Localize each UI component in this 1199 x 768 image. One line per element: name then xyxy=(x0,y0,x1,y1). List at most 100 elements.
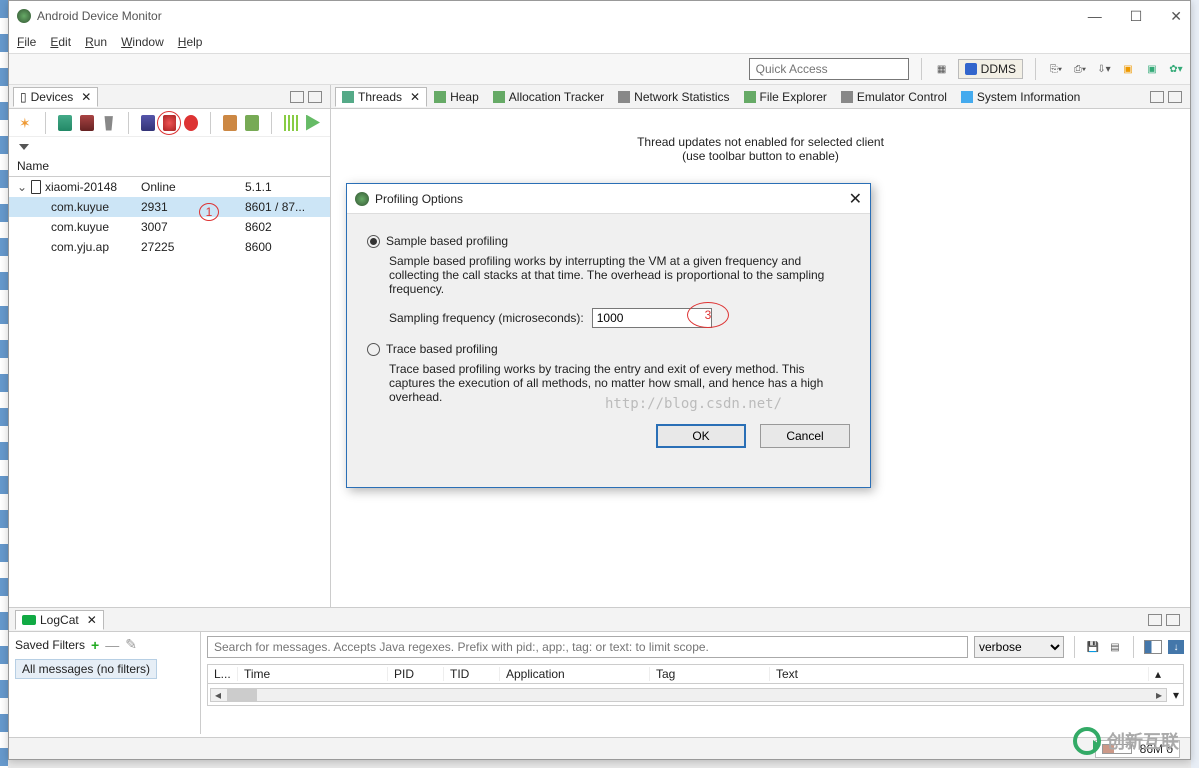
scroll-up-icon[interactable]: ▴ xyxy=(1149,667,1163,681)
threads-message-2: (use toolbar button to enable) xyxy=(637,149,884,163)
edit-filter-icon[interactable]: ✎ xyxy=(125,636,137,653)
col-tid[interactable]: TID xyxy=(444,667,500,681)
device-row[interactable]: ⌄xiaomi-20148 Online 5.1.1 xyxy=(9,177,330,197)
display-filters-icon[interactable] xyxy=(1144,640,1162,654)
horizontal-scrollbar[interactable]: ◂ ▸ xyxy=(210,688,1167,702)
maximize-view-icon[interactable] xyxy=(1166,614,1180,626)
minimize-view-icon[interactable] xyxy=(1150,91,1164,103)
tab-label: Emulator Control xyxy=(857,90,947,104)
toolbar-icon-2[interactable]: ⎙▾ xyxy=(1072,61,1088,77)
sample-based-label: Sample based profiling xyxy=(386,234,508,248)
dialog-close-icon[interactable]: ✕ xyxy=(849,189,862,209)
scroll-right-icon[interactable]: ▸ xyxy=(1152,688,1166,702)
update-heap-icon[interactable] xyxy=(58,115,72,131)
separator xyxy=(1074,636,1075,658)
stop-process-icon[interactable] xyxy=(184,115,198,131)
dump-hprof-icon[interactable] xyxy=(80,115,94,131)
menu-window[interactable]: Window xyxy=(121,35,164,49)
start-method-profiling-icon[interactable] xyxy=(163,115,177,131)
ok-button[interactable]: OK xyxy=(656,424,746,448)
file-explorer-icon xyxy=(744,91,756,103)
maximize-view-icon[interactable] xyxy=(308,91,322,103)
scroll-thumb[interactable] xyxy=(227,689,257,701)
toolbar-icon-5[interactable]: ▣ xyxy=(1144,61,1160,77)
menu-edit[interactable]: Edit xyxy=(50,35,71,49)
cause-gc-icon[interactable] xyxy=(102,115,116,131)
tab-heap[interactable]: Heap xyxy=(427,87,486,107)
start-opengl-trace-icon[interactable] xyxy=(306,115,320,131)
cancel-button[interactable]: Cancel xyxy=(760,424,850,448)
toolbar-icon-6[interactable]: ✿▾ xyxy=(1168,61,1184,77)
dump-view-hierarchy-icon[interactable] xyxy=(245,115,259,131)
menu-file[interactable]: File xyxy=(17,35,36,49)
devices-tab[interactable]: ▯ Devices ✕ xyxy=(13,87,98,107)
open-perspective-icon[interactable]: ▦ xyxy=(934,61,950,77)
tab-emulator-control[interactable]: Emulator Control xyxy=(834,87,954,107)
log-level-select[interactable]: verbose xyxy=(974,636,1064,658)
tab-system-info[interactable]: System Information xyxy=(954,87,1087,107)
update-threads-icon[interactable] xyxy=(141,115,155,131)
window-maximize-icon[interactable]: ☐ xyxy=(1130,8,1143,25)
close-icon[interactable]: ✕ xyxy=(410,90,420,104)
clear-log-icon[interactable]: ▤ xyxy=(1107,639,1123,655)
toolbar-icon-4[interactable]: ▣ xyxy=(1120,61,1136,77)
process-row[interactable]: com.yju.ap 27225 8600 xyxy=(9,237,330,257)
scroll-left-icon[interactable]: ◂ xyxy=(211,688,225,702)
filter-item[interactable]: All messages (no filters) xyxy=(15,659,157,679)
tab-network[interactable]: Network Statistics xyxy=(611,87,736,107)
tab-label: Network Statistics xyxy=(634,90,729,104)
col-time[interactable]: Time xyxy=(238,667,388,681)
close-icon[interactable]: ✕ xyxy=(87,613,97,627)
toolbar-icon-1[interactable]: ⎘▾ xyxy=(1048,61,1064,77)
perspective-ddms-button[interactable]: DDMS xyxy=(958,59,1023,79)
emulator-icon xyxy=(841,91,853,103)
window-close-icon[interactable]: ✕ xyxy=(1170,8,1182,25)
tab-label: System Information xyxy=(977,90,1080,104)
status-bar: 86M o xyxy=(9,737,1190,759)
devices-columns: Name xyxy=(9,155,330,177)
tab-allocation[interactable]: Allocation Tracker xyxy=(486,87,611,107)
scroll-lock-icon[interactable]: ↓ xyxy=(1168,640,1184,654)
devices-tab-close-icon[interactable]: ✕ xyxy=(81,90,91,104)
systrace-icon[interactable] xyxy=(284,115,298,131)
remove-filter-icon[interactable]: — xyxy=(105,637,119,653)
logcat-search-input[interactable] xyxy=(207,636,968,658)
minimize-view-icon[interactable] xyxy=(1148,614,1162,626)
view-menu-dropdown-icon[interactable] xyxy=(19,144,29,150)
maximize-view-icon[interactable] xyxy=(1168,91,1182,103)
add-filter-icon[interactable]: + xyxy=(91,637,99,653)
process-row[interactable]: com.kuyue 2931 8601 / 87... xyxy=(9,197,330,217)
minimize-view-icon[interactable] xyxy=(290,91,304,103)
logcat-tab[interactable]: LogCat ✕ xyxy=(15,610,104,630)
process-row[interactable]: com.kuyue 3007 8602 xyxy=(9,217,330,237)
col-tag[interactable]: Tag xyxy=(650,667,770,681)
logo-icon xyxy=(1073,727,1101,755)
save-log-icon[interactable]: 💾 xyxy=(1085,639,1101,655)
toolbar-icon-3[interactable]: ⇩▾ xyxy=(1096,61,1112,77)
menu-run[interactable]: Run xyxy=(85,35,107,49)
trace-based-radio[interactable] xyxy=(367,343,380,356)
tab-file-explorer[interactable]: File Explorer xyxy=(737,87,834,107)
window-minimize-icon[interactable]: — xyxy=(1088,8,1102,25)
devices-panel: ▯ Devices ✕ ✶ xyxy=(9,85,331,637)
trace-based-label: Trace based profiling xyxy=(386,342,498,356)
tab-threads[interactable]: Threads✕ xyxy=(335,87,427,107)
corner-logo: 创新互联 xyxy=(1073,722,1193,760)
col-pid[interactable]: PID xyxy=(388,667,444,681)
screen-capture-icon[interactable] xyxy=(223,115,237,131)
debug-icon[interactable]: ✶ xyxy=(19,115,33,131)
quick-access-input[interactable] xyxy=(749,58,909,80)
expand-icon[interactable]: ⌄ xyxy=(17,180,27,194)
col-application[interactable]: Application xyxy=(500,667,650,681)
trace-based-desc: Trace based profiling works by tracing t… xyxy=(389,362,849,404)
sampling-frequency-input[interactable] xyxy=(592,308,712,328)
app-window: Android Device Monitor — ☐ ✕ File Edit R… xyxy=(8,0,1191,760)
col-text[interactable]: Text xyxy=(770,667,1149,681)
sample-based-radio[interactable] xyxy=(367,235,380,248)
scroll-down-icon[interactable]: ▾ xyxy=(1169,688,1183,702)
network-icon xyxy=(618,91,630,103)
col-level[interactable]: L... xyxy=(208,667,238,681)
menubar: File Edit Run Window Help xyxy=(9,31,1190,53)
separator xyxy=(1133,636,1134,658)
menu-help[interactable]: Help xyxy=(178,35,203,49)
